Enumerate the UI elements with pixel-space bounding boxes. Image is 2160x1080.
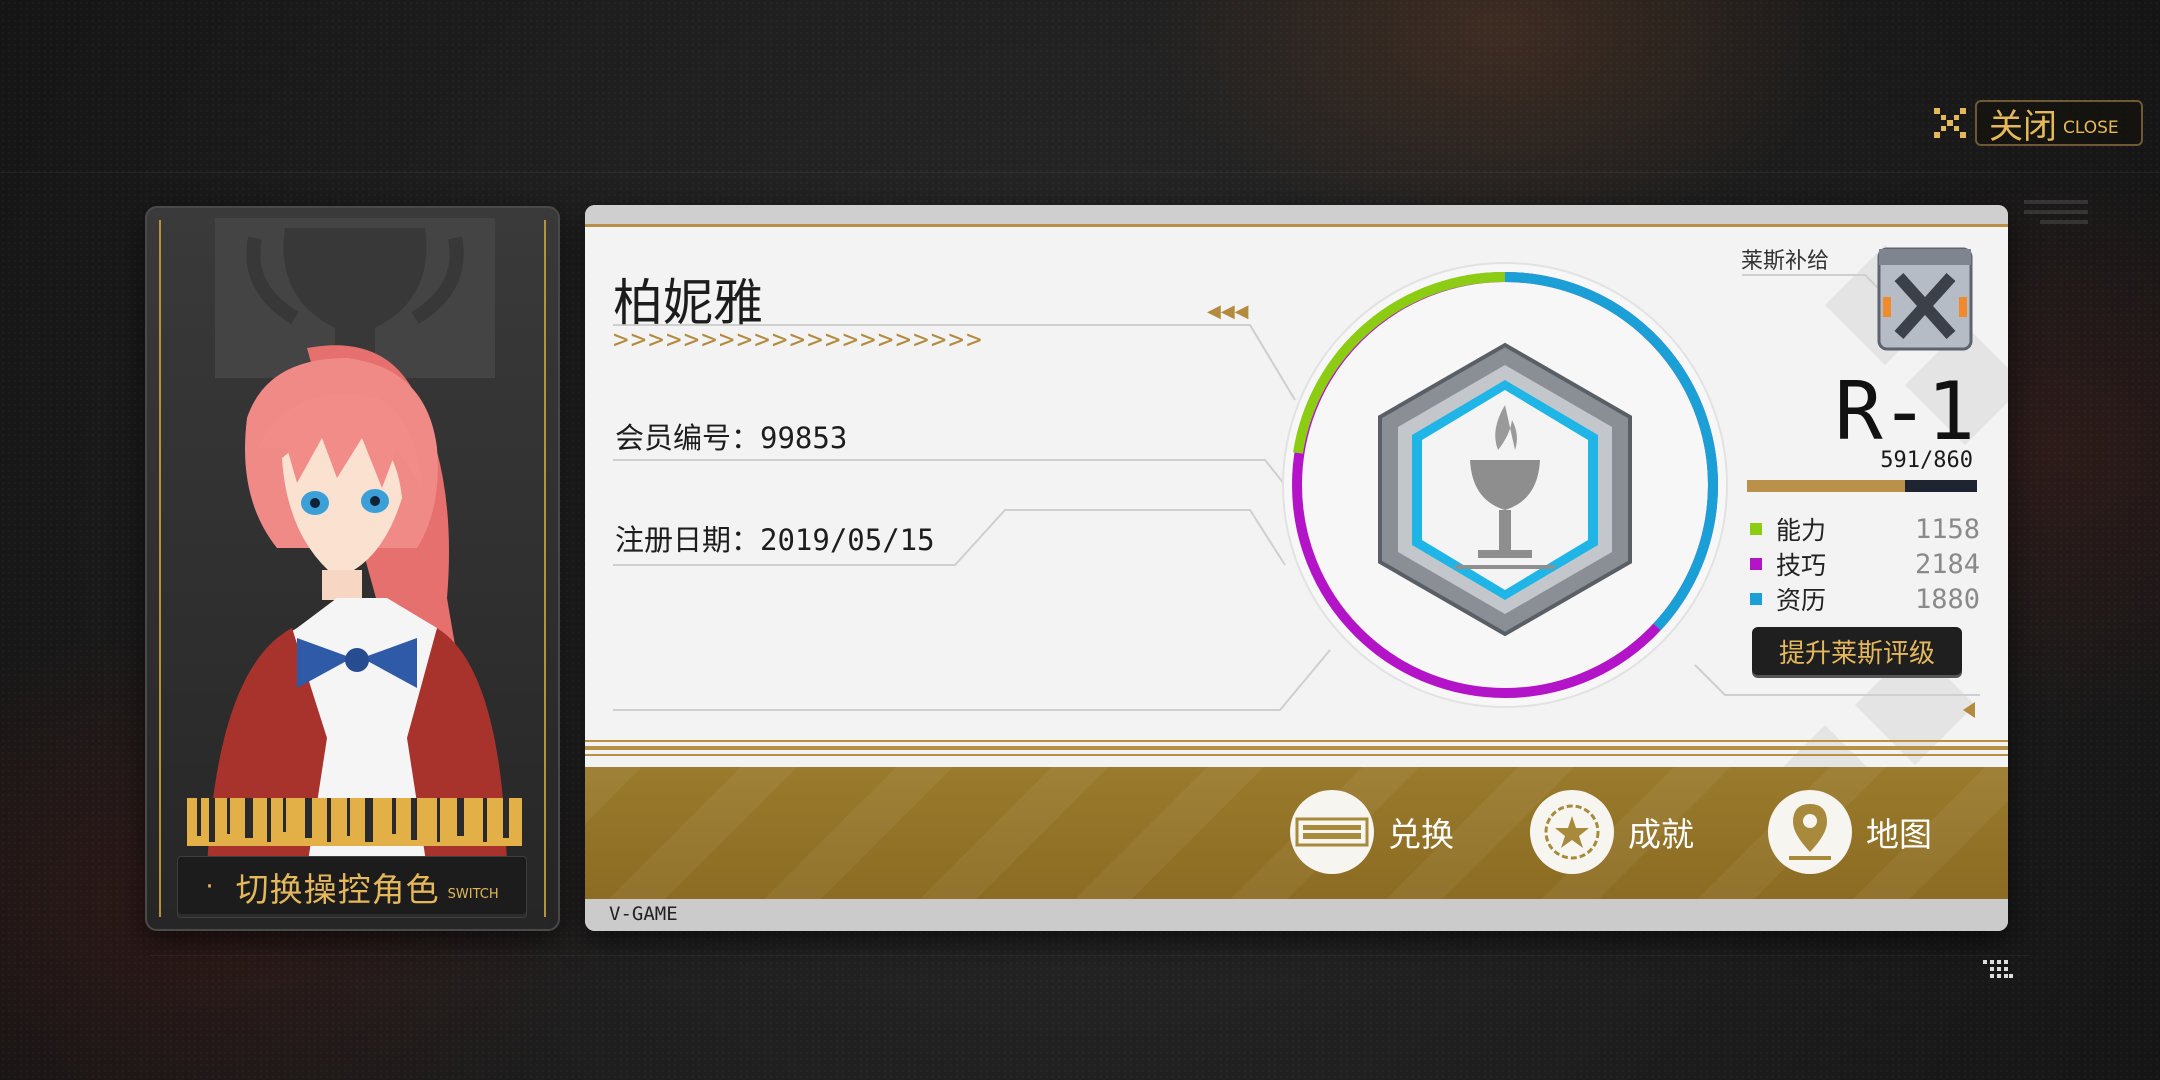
supply-label: 莱斯补给 — [1741, 249, 1830, 274]
exchange-label: 兑换 — [1388, 815, 1454, 854]
small-triangle-icon — [1963, 702, 1975, 718]
rank-progress-fill — [1747, 480, 1906, 492]
rank-code: R-1 — [1834, 365, 1975, 458]
stat-color-swatch — [1750, 523, 1762, 535]
close-label-cn: 关闭 — [1989, 106, 2057, 147]
brand-label: V-GAME — [609, 903, 678, 925]
switch-label-cn: 切换操控角色 — [235, 870, 440, 909]
top-divider-line — [0, 172, 2160, 173]
switch-character-button[interactable]: · 切换操控角色 SWITCH — [177, 856, 527, 918]
panel-top-strip — [585, 205, 2008, 227]
bottom-divider-line — [150, 955, 2030, 956]
stripe-decoration-icon — [2024, 200, 2088, 224]
upgrade-rank-button[interactable]: 提升莱斯评级 — [1752, 627, 1962, 675]
exchange-button[interactable]: 兑换 — [1290, 789, 1454, 875]
profile-panel: 柏妮雅 >>>>>>>>>>>>>>>>>>>>> ◀◀◀ 会员编号：99853… — [585, 205, 2008, 931]
action-bar: 兑换 成就 地图 — [585, 767, 2008, 899]
switch-label-en: SWITCH — [447, 886, 499, 902]
close-button[interactable]: 关闭 CLOSE — [1975, 100, 2143, 147]
supply-crate-icon[interactable] — [1875, 245, 1975, 353]
achievement-button[interactable]: 成就 — [1530, 789, 1694, 875]
map-pin-icon — [1768, 790, 1852, 874]
register-date: 注册日期：2019/05/15 — [615, 523, 935, 557]
close-label-en: CLOSE — [2063, 118, 2119, 138]
panel-footer: V-GAME — [585, 899, 2008, 931]
stat-value: 2184 — [1914, 548, 1980, 580]
close-x-icon[interactable] — [1932, 106, 1968, 140]
stat-value: 1880 — [1914, 583, 1980, 615]
stat-color-swatch — [1750, 593, 1762, 605]
rank-badge — [1282, 262, 1728, 708]
member-id: 会员编号：99853 — [615, 421, 848, 455]
stat-row-seniority: 资历 1880 — [1750, 583, 1980, 615]
stat-value: 1158 — [1914, 513, 1980, 545]
grid-menu-icon[interactable] — [1983, 960, 2013, 984]
bullet-icon: · — [205, 872, 214, 902]
rank-progress-text: 591/860 — [1880, 448, 1973, 473]
laurel-star-icon — [1530, 790, 1614, 874]
stat-label: 技巧 — [1776, 551, 1827, 580]
stat-color-swatch — [1750, 558, 1762, 570]
character-portrait — [207, 345, 507, 868]
map-label: 地图 — [1866, 815, 1932, 854]
stat-label: 资历 — [1776, 586, 1827, 615]
stat-row-skill: 技巧 2184 — [1750, 548, 1980, 580]
gold-divider-lines — [585, 740, 2008, 756]
card-rail-right — [544, 220, 546, 917]
ticket-icon — [1290, 790, 1374, 874]
card-rail-left — [159, 220, 161, 917]
triple-arrow-icon: ◀◀◀ — [1207, 301, 1249, 322]
map-button[interactable]: 地图 — [1768, 789, 1932, 875]
achievement-label: 成就 — [1628, 815, 1694, 854]
stat-label: 能力 — [1776, 516, 1827, 545]
rank-progress-bar — [1747, 480, 1977, 492]
chevron-decoration-icon: >>>>>>>>>>>>>>>>>>>>> — [613, 325, 984, 355]
character-card[interactable]: · 切换操控角色 SWITCH — [145, 206, 560, 931]
stat-row-ability: 能力 1158 — [1750, 513, 1980, 545]
barcode-decoration-icon — [187, 798, 522, 846]
